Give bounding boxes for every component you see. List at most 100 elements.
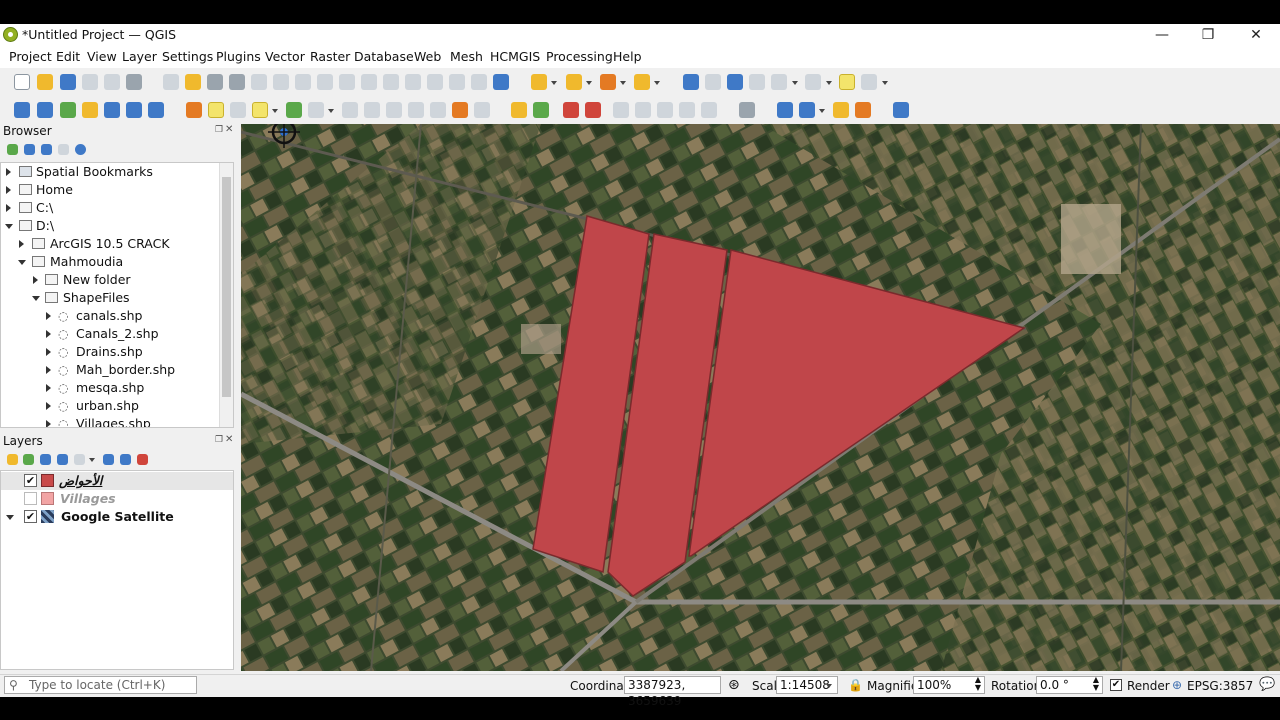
lock-scale-icon[interactable]: 🔒	[848, 678, 863, 692]
plugin-hcmgis-icon[interactable]	[833, 102, 849, 118]
select-features-icon[interactable]	[531, 74, 547, 90]
show-bookmarks-icon[interactable]	[449, 74, 465, 90]
pin-labels-icon[interactable]	[585, 102, 601, 118]
help-icon[interactable]	[893, 102, 909, 118]
pan-to-selection-icon[interactable]	[185, 74, 201, 90]
expand-all-icon[interactable]	[103, 454, 114, 465]
measure-line-icon[interactable]	[805, 74, 821, 90]
toggle-editing-icon[interactable]	[208, 102, 224, 118]
browser-refresh-icon[interactable]	[24, 144, 35, 155]
menu-processing[interactable]: Processing	[546, 49, 613, 64]
close-button[interactable]: ✕	[1236, 24, 1276, 46]
zoom-next-icon[interactable]	[361, 74, 377, 90]
add-wms-icon[interactable]	[104, 102, 120, 118]
menu-settings[interactable]: Settings	[162, 49, 213, 64]
measure-icon[interactable]	[771, 74, 787, 90]
delete-selected-icon[interactable]	[364, 102, 380, 118]
style-manager-icon[interactable]	[126, 74, 142, 90]
layer-checkbox[interactable]: ✔	[24, 510, 37, 523]
cut-features-icon[interactable]	[386, 102, 402, 118]
plugin-chart-dropdown-icon[interactable]	[819, 109, 825, 113]
measure-line-dropdown-icon[interactable]	[826, 81, 832, 85]
filter-legend-icon[interactable]	[57, 454, 68, 465]
menu-edit[interactable]: Edit	[56, 49, 80, 64]
menu-help[interactable]: Help	[613, 49, 642, 64]
new-shapefile-icon[interactable]	[60, 102, 76, 118]
layout-manager-icon[interactable]	[104, 74, 120, 90]
add-vector-layer-icon[interactable]	[37, 102, 53, 118]
new-map-view-icon[interactable]	[383, 74, 399, 90]
processing-toolbox-icon[interactable]	[727, 74, 743, 90]
manage-visibility-icon[interactable]	[40, 454, 51, 465]
layer-checkbox[interactable]: ✔	[24, 474, 37, 487]
open-project-icon[interactable]	[37, 74, 53, 90]
add-raster-icon[interactable]	[126, 102, 142, 118]
layer-checkbox[interactable]	[24, 492, 37, 505]
locate-icon[interactable]	[861, 74, 877, 90]
filter-dropdown-icon[interactable]	[89, 458, 95, 462]
scale-dropdown-icon[interactable]	[826, 684, 832, 688]
save-project-icon[interactable]	[60, 74, 76, 90]
add-polygon-icon[interactable]	[252, 102, 268, 118]
digitize-dropdown-icon[interactable]	[328, 109, 334, 113]
magnifier-spin-icon[interactable]: ▲ ▼	[975, 676, 981, 692]
layer-labeling-icon[interactable]	[533, 102, 549, 118]
current-edits-icon[interactable]	[186, 102, 202, 118]
crs-label[interactable]: EPSG:3857	[1187, 679, 1253, 693]
remove-layer-icon[interactable]	[137, 454, 148, 465]
browser-filter-icon[interactable]	[41, 144, 52, 155]
locator-search-input[interactable]: ⚲ Type to locate (Ctrl+K)	[4, 676, 197, 694]
rotate-label-icon[interactable]	[635, 102, 651, 118]
label-properties-icon[interactable]	[701, 102, 717, 118]
redo-icon[interactable]	[474, 102, 490, 118]
deselect-dropdown-icon[interactable]	[620, 81, 626, 85]
modify-attributes-icon[interactable]	[342, 102, 358, 118]
add-mesh-icon[interactable]	[148, 102, 164, 118]
select-location-icon[interactable]	[634, 74, 650, 90]
add-selected-layers-icon[interactable]	[7, 144, 18, 155]
zoom-last-icon[interactable]	[339, 74, 355, 90]
menu-web[interactable]: Web	[414, 49, 441, 64]
label-toolbar-icon[interactable]	[511, 102, 527, 118]
panel-float-icon[interactable]: ❐	[215, 125, 223, 135]
browser-collapse-icon[interactable]	[58, 144, 69, 155]
attribute-table-icon[interactable]	[705, 74, 721, 90]
map-tips-icon[interactable]	[839, 74, 855, 90]
add-feature-dropdown-icon[interactable]	[272, 109, 278, 113]
digitize-shape-icon[interactable]	[308, 102, 324, 118]
layer-styling-icon[interactable]	[7, 454, 18, 465]
menu-hcmgis[interactable]: HCMGIS	[490, 49, 540, 64]
add-group-icon[interactable]	[23, 454, 34, 465]
layers-close-icon[interactable]: ✕	[225, 434, 233, 445]
paste-features-icon[interactable]	[430, 102, 446, 118]
browser-properties-icon[interactable]	[75, 144, 86, 155]
zoom-native-icon[interactable]	[317, 74, 333, 90]
maximize-button[interactable]: ❐	[1188, 24, 1228, 46]
plugin-globe-icon[interactable]	[739, 102, 755, 118]
zoom-in-icon[interactable]	[207, 74, 223, 90]
menu-database[interactable]: Database	[354, 49, 414, 64]
zoom-full-icon[interactable]	[251, 74, 267, 90]
new-bookmark-icon[interactable]	[427, 74, 443, 90]
select-dropdown-icon[interactable]	[551, 81, 557, 85]
menu-raster[interactable]: Raster	[310, 49, 350, 64]
temporal-controller-icon[interactable]	[471, 74, 487, 90]
toggle-extents-icon[interactable]: ⊛	[728, 677, 740, 693]
save-edits-icon[interactable]	[230, 102, 246, 118]
map-canvas[interactable]	[241, 124, 1280, 671]
data-source-manager-icon[interactable]	[14, 102, 30, 118]
zoom-out-icon[interactable]	[229, 74, 245, 90]
scale-field[interactable]: 1:14508	[776, 676, 838, 694]
rotation-spin-icon[interactable]: ▲ ▼	[1093, 676, 1099, 692]
layers-float-icon[interactable]: ❐	[215, 435, 223, 445]
locate-dropdown-icon[interactable]	[882, 81, 888, 85]
rotation-field[interactable]: 0.0 ° ▲ ▼	[1036, 676, 1103, 694]
menu-mesh[interactable]: Mesh	[450, 49, 483, 64]
change-label-icon[interactable]	[657, 102, 673, 118]
plugin-chart-icon[interactable]	[799, 102, 815, 118]
diagram-icon[interactable]	[563, 102, 579, 118]
collapse-all-icon[interactable]	[120, 454, 131, 465]
select-value-dropdown-icon[interactable]	[586, 81, 592, 85]
refresh-icon[interactable]	[493, 74, 509, 90]
messages-icon[interactable]: 💬	[1259, 677, 1275, 692]
